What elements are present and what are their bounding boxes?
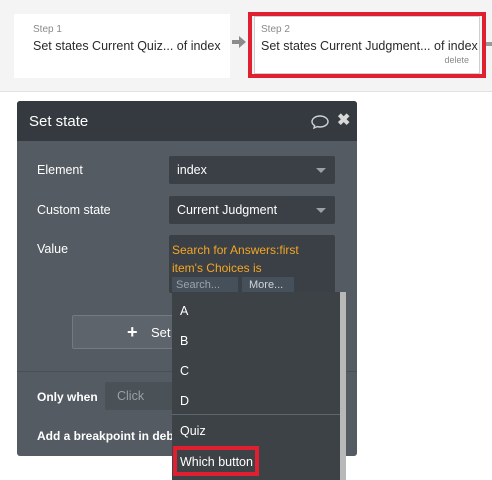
next-arrow-icon	[486, 42, 492, 46]
panel-header: Set state ✖	[17, 101, 357, 141]
menu-item-c[interactable]: C	[180, 364, 189, 378]
only-when-placeholder: Click	[117, 389, 145, 403]
set-button-label: Set	[151, 325, 171, 340]
menu-item-d[interactable]: D	[180, 394, 189, 408]
workflow-step-1[interactable]: Step 1 Set states Current Quiz... of ind…	[14, 14, 230, 78]
comment-icon[interactable]	[311, 115, 329, 129]
breakpoint-label[interactable]: Add a breakpoint in debug	[37, 429, 188, 443]
element-dropdown[interactable]: index	[169, 156, 335, 184]
search-input[interactable]: Search...	[172, 277, 238, 293]
chevron-down-icon	[316, 208, 326, 213]
value-expression: Search for Answers:first item's Choices …	[172, 243, 299, 275]
arrow-right-icon	[232, 36, 246, 48]
custom-state-label: Custom state	[37, 203, 111, 217]
close-icon[interactable]: ✖	[337, 113, 351, 129]
value-label: Value	[37, 242, 69, 256]
menu-item-b[interactable]: B	[180, 334, 188, 348]
menu-item-quiz[interactable]: Quiz	[180, 424, 206, 438]
menu-scrollbar[interactable]	[340, 292, 346, 480]
step-1-title: Set states Current Quiz... of index	[33, 39, 221, 53]
custom-state-dropdown[interactable]: Current Judgment	[169, 196, 335, 224]
more-button[interactable]: More...	[242, 277, 294, 293]
element-label: Element	[37, 163, 83, 177]
custom-state-value: Current Judgment	[177, 203, 278, 217]
panel-title: Set state	[29, 113, 89, 130]
menu-item-a[interactable]: A	[180, 304, 188, 318]
chevron-down-icon	[316, 168, 326, 173]
only-when-label: Only when	[37, 390, 98, 404]
menu-separator	[172, 414, 340, 415]
element-value: index	[177, 163, 207, 177]
value-expression-field[interactable]: Search for Answers:first item's Choices …	[169, 235, 335, 293]
step-1-label: Step 1	[33, 24, 62, 35]
step-2-highlight	[248, 12, 486, 78]
which-button-highlight	[173, 446, 259, 476]
plus-icon: +	[127, 322, 138, 342]
